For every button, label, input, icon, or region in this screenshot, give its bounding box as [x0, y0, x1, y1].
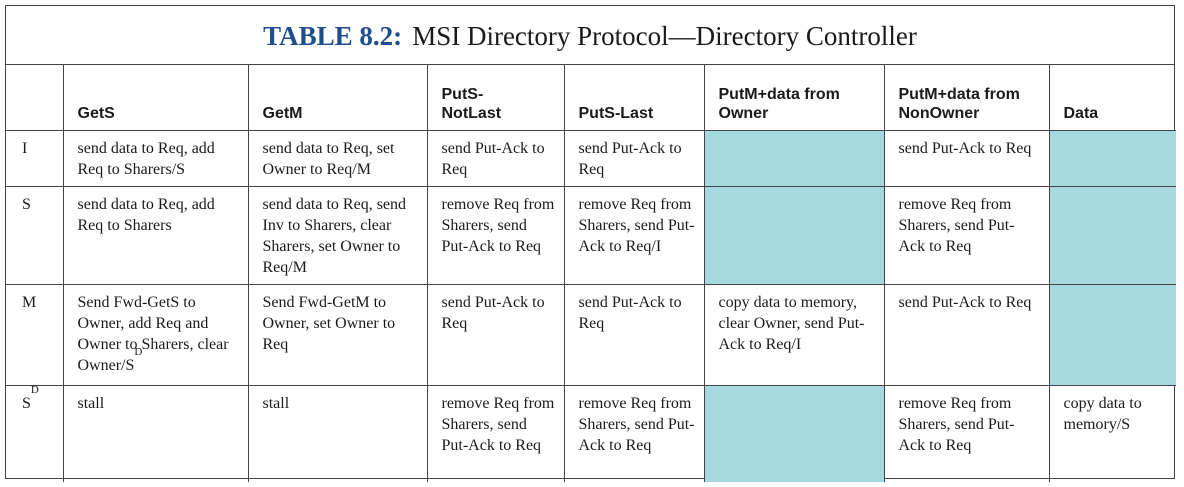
- table-cell: send Put-Ack to Req: [563, 283, 705, 386]
- superscript: D: [30, 383, 39, 396]
- empty-cell: [703, 384, 885, 482]
- state-text: S: [22, 394, 31, 412]
- row-state: I: [6, 129, 64, 187]
- table-cell: remove Req from Sharers, send Put-Ack to…: [426, 185, 565, 285]
- row-state: M: [6, 283, 64, 386]
- table-caption: TABLE 8.2: MSI Directory Protocol—Direct…: [6, 6, 1174, 65]
- row-state: SD: [6, 383, 64, 482]
- table-row: I send data to Req, add Req to Sharers/S…: [6, 129, 1176, 187]
- table-frame: TABLE 8.2: MSI Directory Protocol—Direct…: [5, 5, 1176, 482]
- empty-cell: [703, 185, 885, 285]
- empty-cell: [1048, 185, 1176, 285]
- table-cell: stall: [247, 384, 428, 482]
- table-cell: send Put-Ack to Req: [426, 129, 565, 187]
- superscript: D: [134, 345, 143, 358]
- table-cell: send Put-Ack to Req: [883, 283, 1050, 386]
- table-cell: send data to Req, add Req to Sharers/S: [62, 129, 249, 187]
- table-cell: remove Req from Sharers, send Put-Ack to…: [563, 384, 705, 482]
- cell-text: Send Fwd-GetS to Owner, add Req and Owne…: [77, 293, 229, 374]
- empty-cell: [1048, 129, 1176, 187]
- header-putm-owner: PutM+data from Owner: [703, 65, 885, 131]
- header-gets: GetS: [62, 65, 249, 131]
- table-cell: remove Req from Sharers, send Put-Ack to…: [883, 185, 1050, 285]
- empty-cell: [1048, 283, 1176, 386]
- header-state: [6, 65, 64, 131]
- header-getm: GetM: [247, 65, 428, 131]
- table-cell: Send Fwd-GetS to Owner, add Req and Owne…: [62, 283, 249, 386]
- table-cell: Send Fwd-GetM to Owner, set Owner to Req: [247, 283, 428, 386]
- table-row: M Send Fwd-GetS to Owner, add Req and Ow…: [6, 283, 1176, 386]
- table-cell: send Put-Ack to Req: [883, 129, 1050, 187]
- table-cell: remove Req from Sharers, send Put-Ack to…: [883, 384, 1050, 482]
- header-putm-nonowner: PutM+data from NonOwner: [883, 65, 1050, 131]
- table-cell: send data to Req, send Inv to Sharers, c…: [247, 185, 428, 285]
- table-cell: copy data to memory, clear Owner, send P…: [703, 283, 885, 386]
- table-cell: send Put-Ack to Req: [426, 283, 565, 386]
- table-cell: remove Req from Sharers, send Put-Ack to…: [563, 185, 705, 285]
- table-cell: remove Req from Sharers, send Put-Ack to…: [426, 384, 565, 482]
- protocol-table: GetS GetM PutS- NotLast PutS-Last PutM+d…: [6, 65, 1176, 482]
- header-puts-last: PutS-Last: [563, 65, 705, 131]
- table-cell: copy data to memory/S: [1048, 384, 1176, 482]
- table-row: SD stall stall remove Req from Sharers, …: [6, 383, 1176, 482]
- header-data: Data: [1048, 65, 1176, 131]
- caption-label: TABLE 8.2:: [263, 20, 403, 51]
- table-cell: send data to Req, add Req to Sharers: [62, 185, 249, 285]
- table-cell: send data to Req, set Owner to Req/M: [247, 129, 428, 187]
- row-state: S: [6, 185, 64, 285]
- header-puts-notlast: PutS- NotLast: [426, 65, 565, 131]
- table-cell: send Put-Ack to Req: [563, 129, 705, 187]
- header-row: GetS GetM PutS- NotLast PutS-Last PutM+d…: [6, 65, 1176, 131]
- table-row: S send data to Req, add Req to Sharers s…: [6, 185, 1176, 285]
- caption-title: MSI Directory Protocol—Directory Control…: [412, 20, 917, 51]
- empty-cell: [703, 129, 885, 187]
- table-cell: stall: [62, 384, 249, 482]
